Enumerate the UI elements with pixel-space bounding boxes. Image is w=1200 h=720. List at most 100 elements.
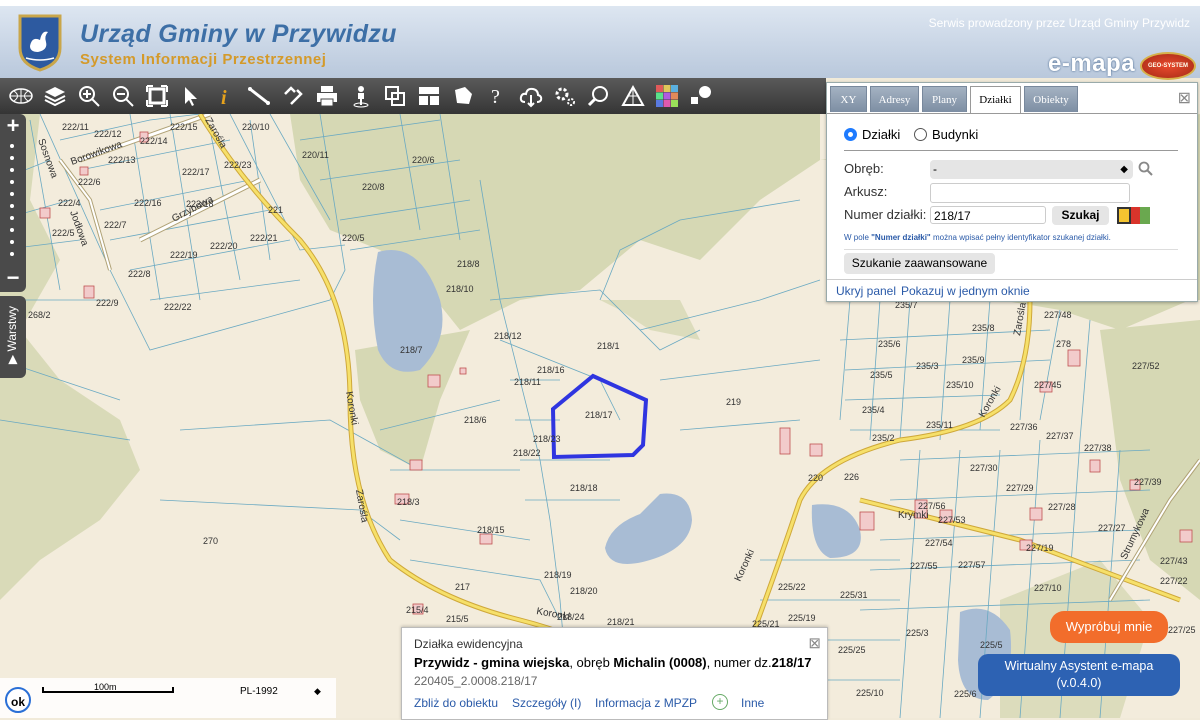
select-pointer-icon[interactable] <box>174 79 208 113</box>
zoom-extent-icon[interactable] <box>140 79 174 113</box>
svg-text:218/3: 218/3 <box>397 497 420 507</box>
search-button[interactable]: Szukaj <box>1052 206 1109 225</box>
street-view-icon[interactable] <box>344 79 378 113</box>
svg-text:227/37: 227/37 <box>1046 431 1074 441</box>
copy-icon[interactable] <box>378 79 412 113</box>
radio-dzialki[interactable]: Działki <box>844 127 900 142</box>
svg-text:225/6: 225/6 <box>954 689 977 699</box>
ok-button[interactable]: ok <box>5 687 31 713</box>
svg-text:217: 217 <box>455 582 470 592</box>
svg-text:227/10: 227/10 <box>1034 583 1062 593</box>
numer-dzialki-input[interactable]: 218/17 <box>930 206 1046 224</box>
svg-text:218/10: 218/10 <box>446 284 474 294</box>
parcel-description: Przywidz - gmina wiejska, obręb Michalin… <box>414 655 811 670</box>
zoom-in-button[interactable]: + <box>0 114 26 138</box>
color-swatch-green[interactable] <box>1140 207 1151 224</box>
parcel-number: 218/17 <box>771 655 812 670</box>
zoom-to-object-link[interactable]: Zbliż do obiektu <box>414 696 498 710</box>
annotation-icon[interactable] <box>684 79 718 113</box>
layers-icon[interactable] <box>38 79 72 113</box>
color-swatch-yellow[interactable] <box>1117 207 1131 224</box>
search-icon[interactable] <box>1137 160 1155 178</box>
arkusz-label: Arkusz: <box>844 184 888 199</box>
radio-budynki[interactable]: Budynki <box>914 127 978 142</box>
radio-unselected-icon <box>914 128 927 141</box>
svg-text:Krymki: Krymki <box>898 510 929 521</box>
print-icon[interactable] <box>310 79 344 113</box>
svg-text:218/11: 218/11 <box>514 377 541 387</box>
divider <box>844 249 1178 250</box>
info-icon[interactable]: i <box>208 79 242 113</box>
search-map-icon[interactable] <box>582 79 616 113</box>
zoom-in-icon[interactable] <box>72 79 106 113</box>
help-icon[interactable]: ? <box>480 79 514 113</box>
svg-text:270: 270 <box>203 536 218 546</box>
zoom-level-dot[interactable] <box>10 192 14 196</box>
details-link[interactable]: Szczegóły (I) <box>512 696 581 710</box>
svg-text:235/4: 235/4 <box>862 405 885 415</box>
other-link[interactable]: Inne <box>741 696 764 710</box>
highlight-color-picker[interactable] <box>1117 207 1151 224</box>
zoom-level-dot[interactable] <box>10 144 14 148</box>
add-icon[interactable]: + <box>712 694 728 710</box>
svg-text:218/17: 218/17 <box>585 410 613 420</box>
obreb-select[interactable]: - ◆ <box>930 160 1133 179</box>
layout-icon[interactable] <box>412 79 446 113</box>
hide-panel-link[interactable]: Ukryj panel <box>836 284 896 298</box>
arkusz-input[interactable] <box>930 183 1130 203</box>
zoom-level-dot[interactable] <box>10 252 14 256</box>
svg-text:222/15: 222/15 <box>170 122 198 132</box>
virtual-assistant-button[interactable]: Wirtualny Asystent e-mapa (v.0.4.0) <box>978 654 1180 696</box>
globe-icon[interactable] <box>4 79 38 113</box>
panel-close-icon[interactable]: ⊠ <box>1178 88 1191 108</box>
zoom-level-dot[interactable] <box>10 180 14 184</box>
terrain-icon[interactable] <box>616 79 650 113</box>
mpzp-info-link[interactable]: Informacja z MPZP <box>595 696 697 710</box>
zoom-out-button[interactable]: − <box>0 266 26 290</box>
svg-text:218/8: 218/8 <box>457 259 480 269</box>
try-me-button[interactable]: Wypróbuj mnie <box>1050 611 1168 643</box>
layers-tab[interactable]: ▶ Warstwy <box>0 296 26 378</box>
zoom-level-dot[interactable] <box>10 228 14 232</box>
svg-text:215/5: 215/5 <box>446 614 469 624</box>
link-icon[interactable] <box>276 79 310 113</box>
svg-text:235/2: 235/2 <box>872 433 895 443</box>
single-window-link[interactable]: Pokazuj w jednym oknie <box>901 284 1030 298</box>
svg-text:227/22: 227/22 <box>1160 576 1188 586</box>
service-note: Serwis prowadzony przez Urząd Gminy Przy… <box>928 16 1190 30</box>
tab-dzialki[interactable]: Działki <box>970 86 1021 113</box>
svg-text:227/52: 227/52 <box>1132 361 1160 371</box>
zoom-level-dot[interactable] <box>10 168 14 172</box>
svg-text:226: 226 <box>844 472 859 482</box>
svg-text:222/14: 222/14 <box>140 136 168 146</box>
svg-text:222/22: 222/22 <box>164 302 192 312</box>
hint-prefix: W pole <box>844 233 872 242</box>
crs-select[interactable]: PL-1992 <box>240 686 278 697</box>
svg-text:227/55: 227/55 <box>910 561 938 571</box>
zoom-level-dot[interactable] <box>10 240 14 244</box>
svg-text:235/10: 235/10 <box>946 380 974 390</box>
svg-text:222/11: 222/11 <box>62 122 89 132</box>
measure-icon[interactable] <box>242 79 276 113</box>
svg-text:222/5: 222/5 <box>52 228 75 238</box>
tab-obiekty[interactable]: Obiekty <box>1024 86 1078 112</box>
tab-adresy[interactable]: Adresy <box>870 86 919 112</box>
info-close-icon[interactable]: ⊠ <box>808 634 821 652</box>
color-swatch-red[interactable] <box>1130 207 1141 224</box>
tab-xy[interactable]: XY <box>830 86 867 112</box>
svg-text:222/8: 222/8 <box>128 269 151 279</box>
zoom-out-icon[interactable] <box>106 79 140 113</box>
settings-icon[interactable] <box>548 79 582 113</box>
shape-icon[interactable] <box>446 79 480 113</box>
zoom-level-dot[interactable] <box>10 156 14 160</box>
zoom-level-dot[interactable] <box>10 216 14 220</box>
color-grid-icon[interactable] <box>650 79 684 113</box>
advanced-search-button[interactable]: Szukanie zaawansowane <box>844 253 995 274</box>
svg-text:218/20: 218/20 <box>570 586 598 596</box>
zoom-level-dot[interactable] <box>10 204 14 208</box>
cloud-icon[interactable] <box>514 79 548 113</box>
tab-plany[interactable]: Plany <box>922 86 967 112</box>
svg-text:220/5: 220/5 <box>342 233 365 243</box>
geo-system-badge: GEO-SYSTEM <box>1140 52 1196 80</box>
svg-text:235/5: 235/5 <box>870 370 893 380</box>
